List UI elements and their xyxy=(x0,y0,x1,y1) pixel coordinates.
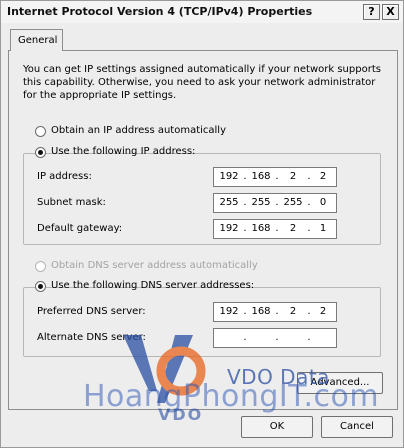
use-following-dns-radio[interactable]: Use the following DNS server addresses: xyxy=(35,280,254,294)
octet-separator: . xyxy=(243,332,247,343)
obtain-ip-auto-label: Obtain an IP address automatically xyxy=(51,125,227,136)
tab-general-label: General xyxy=(18,35,58,46)
use-following-dns-label: Use the following DNS server addresses: xyxy=(51,280,255,291)
radio-disabled-icon xyxy=(35,261,46,272)
cancel-button[interactable]: Cancel xyxy=(321,416,393,438)
octet-2: 168 xyxy=(251,223,271,234)
subnet-mask-label: Subnet mask: xyxy=(37,197,106,208)
octet-separator: . xyxy=(275,332,279,343)
ip-address-label: IP address: xyxy=(37,171,92,182)
octet-3: 2 xyxy=(289,223,297,234)
ok-button[interactable]: OK xyxy=(241,416,313,438)
octet-1: 192 xyxy=(219,306,239,317)
octet-3: 2 xyxy=(289,306,297,317)
alternate-dns-input[interactable]: . . . xyxy=(213,328,337,348)
use-following-ip-radio[interactable]: Use the following IP address: xyxy=(35,146,195,160)
octet-separator: . xyxy=(307,332,311,343)
obtain-dns-auto-label: Obtain DNS server address automatically xyxy=(51,260,258,271)
default-gateway-input[interactable]: 192 . 168 . 2 . 1 xyxy=(213,219,337,239)
watermark-logo-text: VDO xyxy=(158,405,204,424)
octet-3: 255 xyxy=(283,197,303,208)
dialog-title: Internet Protocol Version 4 (TCP/IPv4) P… xyxy=(7,5,313,18)
octet-4: 0 xyxy=(319,197,327,208)
help-button[interactable]: ? xyxy=(363,4,380,20)
octet-4: 2 xyxy=(319,306,327,317)
octet-2: 168 xyxy=(251,306,271,317)
ipv4-properties-dialog: Internet Protocol Version 4 (TCP/IPv4) P… xyxy=(0,0,404,448)
octet-1: 192 xyxy=(219,223,239,234)
info-text: You can get IP settings assigned automat… xyxy=(23,64,381,101)
radio-selected-icon xyxy=(35,147,46,158)
octet-4: 1 xyxy=(319,223,327,234)
octet-3: 2 xyxy=(289,171,297,182)
radio-unselected-icon xyxy=(35,126,46,137)
octet-1: 255 xyxy=(219,197,239,208)
octet-4: 2 xyxy=(319,171,327,182)
use-following-ip-label: Use the following IP address: xyxy=(51,146,196,157)
octet-2: 168 xyxy=(251,171,271,182)
title-bar[interactable]: Internet Protocol Version 4 (TCP/IPv4) P… xyxy=(1,1,403,23)
close-button[interactable]: X xyxy=(382,4,399,20)
octet-2: 255 xyxy=(251,197,271,208)
radio-selected-icon xyxy=(35,281,46,292)
tab-general[interactable]: General xyxy=(10,29,63,51)
default-gateway-label: Default gateway: xyxy=(37,223,123,234)
ip-address-input[interactable]: 192 . 168 . 2 . 2 xyxy=(213,167,337,187)
subnet-mask-input[interactable]: 255 . 255 . 255 . 0 xyxy=(213,193,337,213)
preferred-dns-label: Preferred DNS server: xyxy=(37,306,146,317)
watermark-site: HoangPhongIT.com xyxy=(83,379,380,414)
octet-1: 192 xyxy=(219,171,239,182)
preferred-dns-input[interactable]: 192 . 168 . 2 . 2 xyxy=(213,302,337,322)
